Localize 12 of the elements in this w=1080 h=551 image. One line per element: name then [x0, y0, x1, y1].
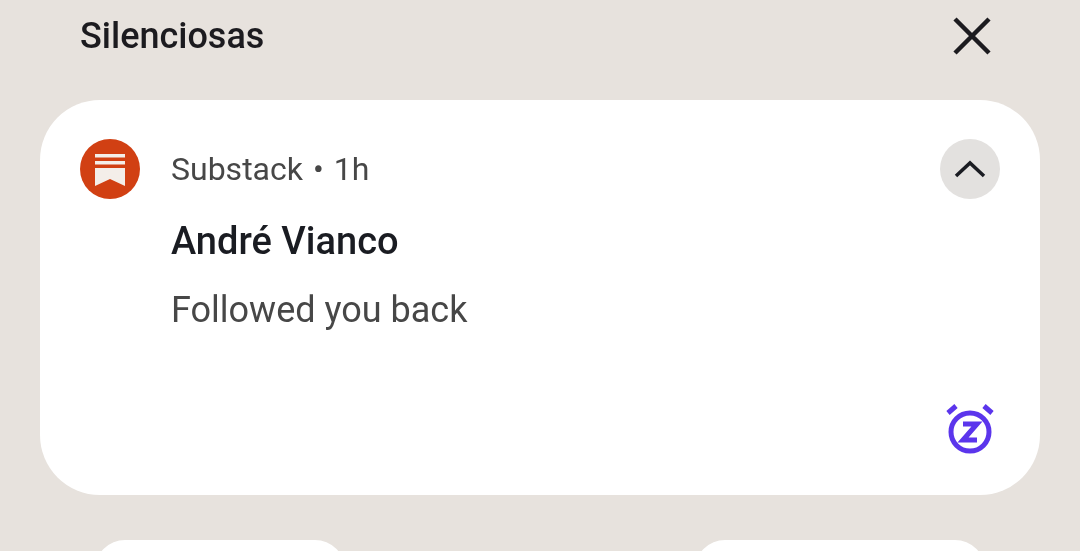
- notification-text: Followed you back: [171, 288, 469, 332]
- collapse-button[interactable]: [940, 139, 1000, 199]
- section-title: Silenciosas: [80, 14, 265, 59]
- chevron-icon: [954, 160, 986, 178]
- notification-card[interactable]: Substack • 1h André Vianco Followed you back: [40, 100, 1040, 495]
- alarm-clock-icon[interactable]: [944, 403, 996, 455]
- app-logo-icon: [80, 139, 140, 199]
- notification-time: 1h: [333, 149, 370, 190]
- close-icon[interactable]: [952, 16, 992, 56]
- separator-dot: •: [312, 149, 324, 190]
- app-name: Substack: [171, 149, 303, 190]
- notification-title: André Vianco: [171, 218, 400, 264]
